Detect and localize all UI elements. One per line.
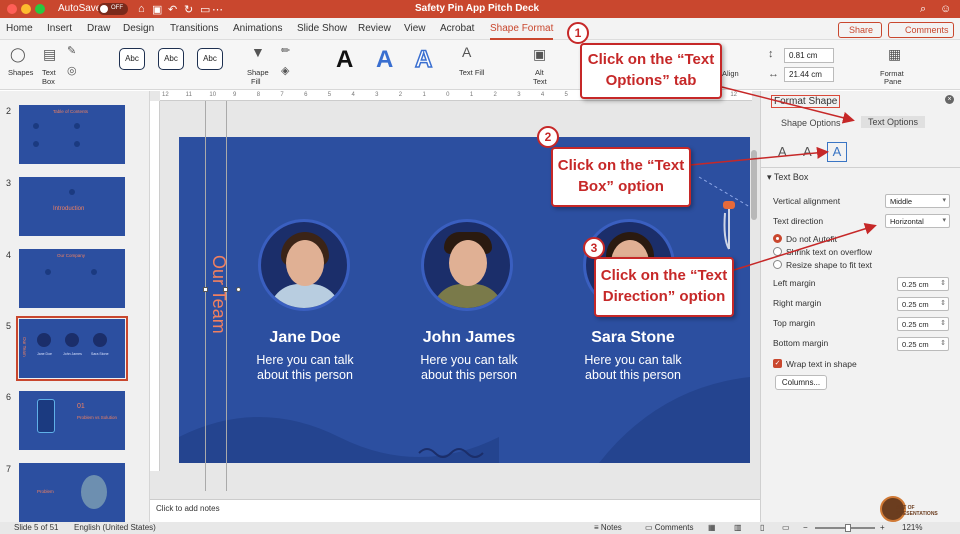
callout-line: Click on the “Text — [600, 267, 728, 284]
logo-text: ART OF PRESENTATIONS — [896, 505, 938, 517]
callout-line: Click on the “Text — [557, 157, 685, 174]
callout-line: Click on the “Text — [587, 51, 715, 68]
logo-line: PRESENTATIONS — [896, 511, 938, 517]
callout-step-3: Click on the “Text Direction” option — [594, 257, 734, 317]
annotation-arrows — [689, 86, 877, 271]
callout-line: Direction” option — [602, 288, 726, 305]
callout-step-2: Click on the “Text Box” option — [551, 147, 691, 207]
step-badge-1: 1 — [567, 22, 589, 44]
step-badge-3: 3 — [583, 237, 605, 259]
step-badge-2: 2 — [537, 126, 559, 148]
callout-step-1: Click on the “Text Options” tab — [580, 43, 722, 99]
callout-line: Box” option — [578, 178, 664, 195]
callout-line: Options” tab — [605, 72, 697, 89]
